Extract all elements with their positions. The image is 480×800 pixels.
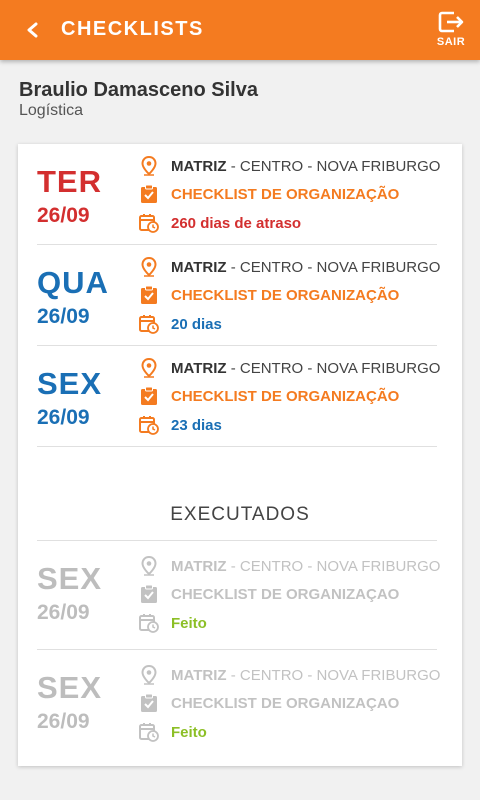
clipboard-check-icon (138, 385, 160, 407)
logout-label: SAIR (436, 36, 466, 48)
location-detail: - CENTRO - NOVA FRIBURGO (226, 666, 441, 684)
calendar-clock-icon (138, 313, 160, 335)
status-text: Feito (171, 723, 207, 741)
location-name: MATRIZ (171, 359, 227, 377)
weekday: SEX (37, 561, 103, 596)
location-line: MATRIZ - CENTRO - NOVA FRIBURGO (138, 664, 440, 686)
status-line: 20 dias (138, 313, 222, 335)
clipboard-check-icon (138, 284, 160, 306)
location-name: MATRIZ (171, 258, 227, 276)
location-detail: - CENTRO - NOVA FRIBURGO (226, 359, 441, 377)
checklist-line: CHECKLIST DE ORGANIZAÇÃO (138, 385, 399, 407)
page-title: CHECKLISTS (61, 18, 204, 40)
weekday: TER (37, 164, 102, 199)
weekday: QUA (37, 265, 109, 300)
status-text: Feito (171, 614, 207, 632)
calendar-clock-icon (138, 721, 160, 743)
clipboard-check-icon (138, 692, 160, 714)
status-line: Feito (138, 721, 207, 743)
user-department: Logística (19, 102, 84, 119)
checklist-name: CHECKLIST DE ORGANIZAÇÃO (171, 185, 400, 203)
item-date: 26/09 (37, 710, 90, 733)
checklist-line: CHECKLIST DE ORGANIZAÇAO (138, 692, 399, 714)
status-text: 20 dias (171, 315, 222, 333)
location-name: MATRIZ (171, 666, 227, 684)
status-text: 260 dias de atraso (171, 214, 302, 232)
location-line: MATRIZ - CENTRO - NOVA FRIBURGO (138, 357, 440, 379)
location-pin-icon (138, 357, 160, 379)
item-date: 26/09 (37, 406, 90, 429)
user-name: Braulio Damasceno Silva (19, 79, 258, 101)
status-line: 23 dias (138, 414, 222, 436)
location-name: MATRIZ (171, 157, 227, 175)
top-bar: CHECKLISTS SAIR (0, 0, 480, 60)
chevron-left-icon (27, 22, 38, 38)
checklist-item-done[interactable]: SEX 26/09 MATRIZ - CENTRO - NOVA FRIBURG… (37, 541, 440, 650)
calendar-clock-icon (138, 414, 160, 436)
executed-section-title: EXECUTADOS (170, 504, 310, 525)
checklist-item[interactable]: SEX 26/09 MATRIZ - CENTRO - NOVA FRIBURG… (37, 346, 440, 447)
location-pin-icon (138, 256, 160, 278)
location-detail: - CENTRO - NOVA FRIBURGO (226, 258, 441, 276)
checklist-card: TER 26/09 MATRIZ - CENTRO - NOVA FRIBURG… (18, 144, 462, 766)
weekday: SEX (37, 366, 103, 401)
location-detail: - CENTRO - NOVA FRIBURGO (226, 557, 441, 575)
item-date: 26/09 (37, 601, 90, 624)
checklist-name: CHECKLIST DE ORGANIZAÇAO (171, 694, 400, 712)
checklist-line: CHECKLIST DE ORGANIZAÇÃO (138, 284, 399, 306)
location-line: MATRIZ - CENTRO - NOVA FRIBURGO (138, 555, 440, 577)
calendar-clock-icon (138, 212, 160, 234)
status-line: 260 dias de atraso (138, 212, 301, 234)
item-date: 26/09 (37, 305, 90, 328)
clipboard-check-icon (138, 583, 160, 605)
checklist-line: CHECKLIST DE ORGANIZAÇAO (138, 583, 399, 605)
checklist-name: CHECKLIST DE ORGANIZAÇÃO (171, 387, 400, 405)
location-name: MATRIZ (171, 557, 227, 575)
checklist-item[interactable]: QUA 26/09 MATRIZ - CENTRO - NOVA FRIBURG… (37, 245, 440, 346)
checklist-name: CHECKLIST DE ORGANIZAÇAO (171, 585, 400, 603)
status-text: 23 dias (171, 416, 222, 434)
location-detail: - CENTRO - NOVA FRIBURGO (226, 157, 441, 175)
checklist-item[interactable]: TER 26/09 MATRIZ - CENTRO - NOVA FRIBURG… (37, 144, 440, 245)
location-pin-icon (138, 155, 160, 177)
logout-icon (438, 11, 464, 33)
checklist-line: CHECKLIST DE ORGANIZAÇÃO (138, 183, 399, 205)
item-date: 26/09 (37, 204, 90, 227)
logout-button[interactable]: SAIR (432, 10, 470, 54)
status-line: Feito (138, 612, 207, 634)
clipboard-check-icon (138, 183, 160, 205)
location-pin-icon (138, 664, 160, 686)
checklist-item-done[interactable]: SEX 26/09 MATRIZ - CENTRO - NOVA FRIBURG… (37, 650, 440, 758)
location-line: MATRIZ - CENTRO - NOVA FRIBURGO (138, 155, 440, 177)
calendar-clock-icon (138, 612, 160, 634)
location-line: MATRIZ - CENTRO - NOVA FRIBURGO (138, 256, 440, 278)
checklist-name: CHECKLIST DE ORGANIZAÇÃO (171, 286, 400, 304)
location-pin-icon (138, 555, 160, 577)
back-button[interactable] (20, 16, 46, 44)
weekday: SEX (37, 670, 103, 705)
